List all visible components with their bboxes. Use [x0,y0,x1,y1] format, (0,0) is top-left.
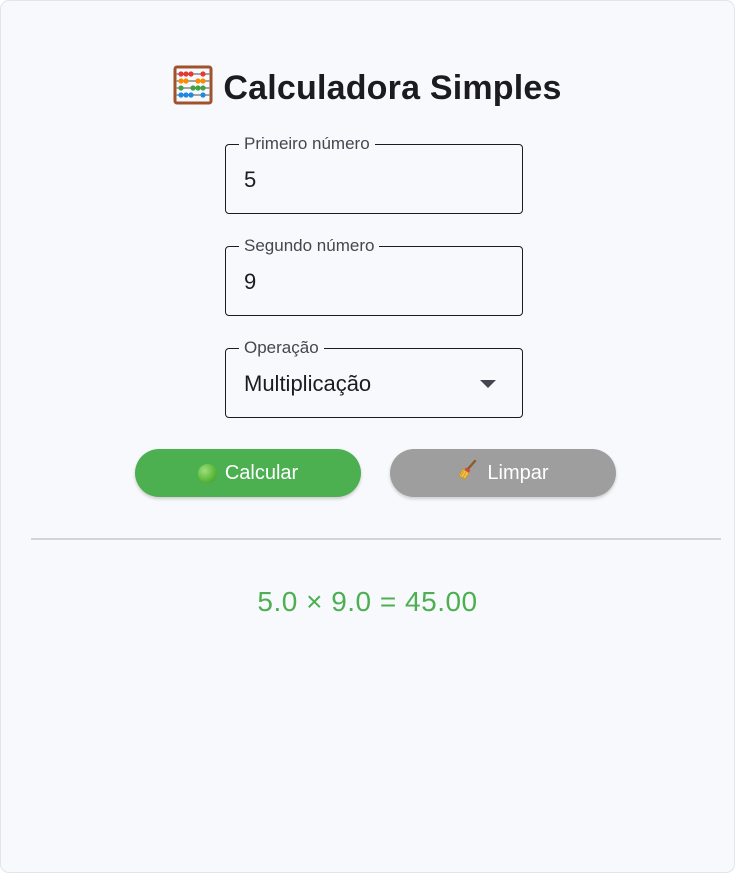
first-number-label: Primeiro número [239,134,375,154]
dropdown-arrow-icon[interactable] [480,380,496,388]
first-number-field[interactable]: Primeiro número [225,134,523,214]
calculator-app: Calculadora Simples Primeiro número Segu… [1,1,734,872]
clear-button-label: Limpar [487,461,549,484]
broom-icon [457,459,479,487]
calculate-button-label: Calcular [224,461,299,484]
calculate-button[interactable]: Calcular [135,449,361,497]
divider [31,538,721,540]
green-circle-icon [197,463,217,483]
result-text: 5.0 × 9.0 = 45.00 [257,586,478,617]
second-number-label: Segundo número [239,236,380,256]
first-number-input[interactable] [244,167,494,193]
second-number-field[interactable]: Segundo número [225,236,523,316]
operation-selected-value: Multiplicação [244,371,372,396]
second-number-input[interactable] [244,269,494,295]
operation-select[interactable]: Operação Multiplicação [225,338,523,418]
abacus-icon [173,65,213,114]
clear-button[interactable]: Limpar [390,449,616,497]
page-title: Calculadora Simples [1,65,734,114]
page-title-text: Calculadora Simples [223,69,562,107]
operation-label: Operação [239,338,324,358]
